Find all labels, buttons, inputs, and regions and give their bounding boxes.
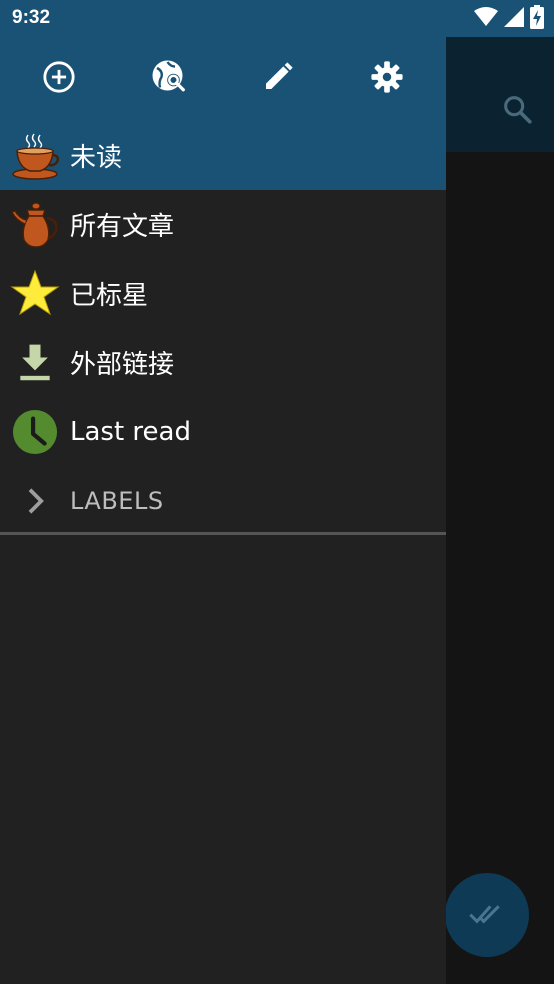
- battery-charging-icon: [530, 5, 544, 33]
- clock-icon: [10, 407, 60, 457]
- mark-all-read-icon: [467, 893, 507, 937]
- nav-list: 未读 所有文章 已标星 外部链接 Last read LABELS: [0, 121, 446, 535]
- wifi-icon: [474, 6, 498, 32]
- coffee-pot-icon: [10, 200, 60, 250]
- nav-item-label: Last read: [70, 416, 191, 447]
- nav-item-all-articles[interactable]: 所有文章: [0, 190, 446, 259]
- download-icon: [10, 338, 60, 388]
- nav-item-unread[interactable]: 未读: [0, 121, 446, 190]
- add-feed-button[interactable]: [39, 59, 79, 99]
- gear-icon: [370, 60, 404, 98]
- chevron-right-icon: [10, 476, 60, 526]
- status-bar: 9:32: [0, 0, 554, 37]
- add-circle-icon: [42, 60, 76, 98]
- divider: [0, 532, 446, 535]
- nav-item-label: 外部链接: [70, 350, 175, 380]
- signal-icon: [504, 7, 524, 31]
- pencil-icon: [262, 61, 294, 97]
- globe-search-icon: [151, 59, 187, 99]
- search-icon[interactable]: [500, 92, 534, 126]
- search-feed-button[interactable]: [149, 59, 189, 99]
- mark-all-read-button[interactable]: [445, 873, 529, 957]
- nav-item-external-links[interactable]: 外部链接: [0, 328, 446, 397]
- coffee-cup-icon: [10, 131, 60, 181]
- labels-section-toggle[interactable]: LABELS: [0, 466, 446, 535]
- drawer-header: [0, 37, 446, 121]
- settings-button[interactable]: [367, 59, 407, 99]
- nav-item-starred[interactable]: 已标星: [0, 259, 446, 328]
- status-time: 9:32: [12, 7, 51, 28]
- nav-item-label: 已标星: [70, 281, 149, 311]
- labels-section-label: LABELS: [70, 486, 164, 515]
- star-icon: [10, 269, 60, 319]
- nav-item-label: 未读: [70, 143, 123, 173]
- nav-item-label: 所有文章: [70, 212, 175, 242]
- navigation-drawer: 未读 所有文章 已标星 外部链接 Last read LABELS: [0, 0, 446, 984]
- edit-button[interactable]: [258, 59, 298, 99]
- nav-item-last-read[interactable]: Last read: [0, 397, 446, 466]
